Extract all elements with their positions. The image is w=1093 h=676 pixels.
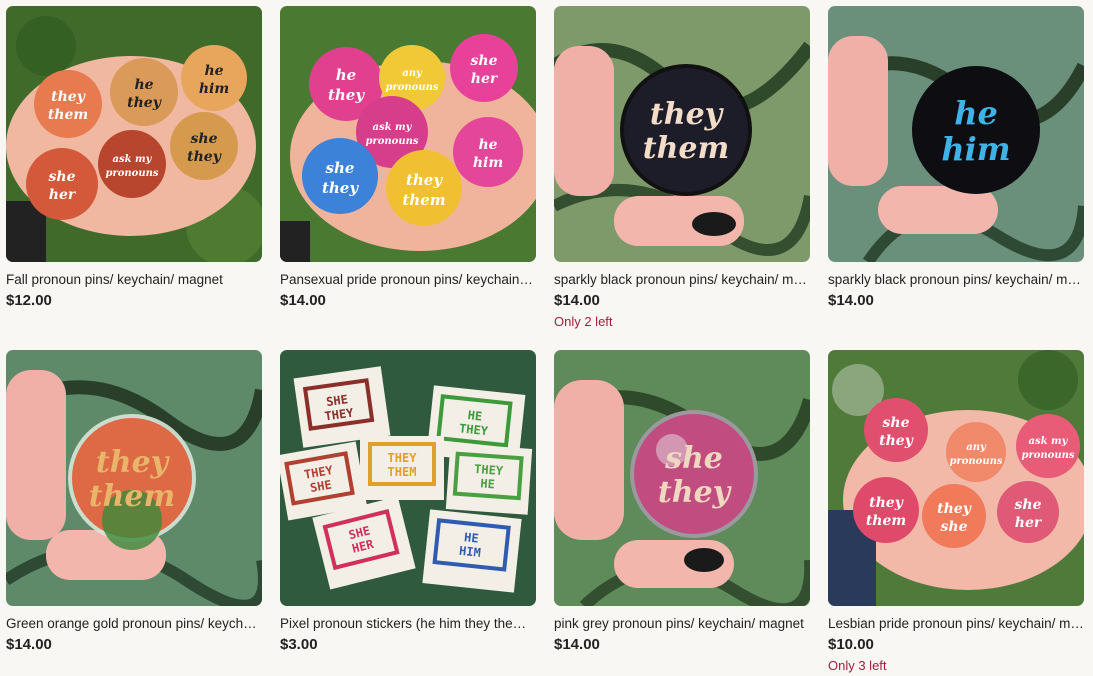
pin-label: him — [473, 155, 503, 171]
pin-label: pronouns — [385, 82, 438, 93]
pin-label: any — [402, 68, 423, 79]
listing-card[interactable]: she they any pronouns ask my pronouns th… — [828, 350, 1084, 674]
pin-label: her — [49, 187, 77, 203]
pin-label: he — [336, 66, 356, 84]
listing-title[interactable]: sparkly black pronoun pins/ keychain/ ma… — [554, 271, 810, 289]
listing-price: $14.00 — [6, 636, 52, 653]
sticker-label: HIM — [458, 544, 481, 560]
pin-label: she — [1015, 497, 1042, 513]
listing-price: $14.00 — [828, 292, 874, 309]
listing-image[interactable]: SHE THEY HE THEY THEY SHE THEY THEM THEY… — [280, 350, 536, 606]
pin-label: ask my — [373, 122, 413, 133]
pin-label: she — [664, 441, 723, 476]
listing-price: $12.00 — [6, 292, 52, 309]
listing-price: $14.00 — [554, 636, 600, 653]
pin-label: they — [187, 149, 222, 165]
listing-image[interactable]: they them he they he him she her ask my … — [6, 6, 262, 262]
listing-card[interactable]: he they any pronouns she her ask my pron… — [280, 6, 536, 314]
listing-price: $10.00 — [828, 636, 874, 653]
listing-title[interactable]: sparkly black pronoun pins/ keychain/ ma… — [828, 271, 1084, 289]
pin-label: any — [966, 442, 987, 453]
sticker-label: THEY — [474, 462, 505, 478]
listing-image[interactable]: he him — [828, 6, 1084, 262]
pin-label: he — [204, 63, 223, 79]
listing-title[interactable]: Fall pronoun pins/ keychain/ magnet — [6, 271, 262, 289]
pin-label: them — [48, 107, 88, 123]
pin-label: they — [322, 179, 359, 197]
listing-card[interactable]: SHE THEY HE THEY THEY SHE THEY THEM THEY… — [280, 350, 536, 658]
pin-label: he — [134, 77, 153, 93]
sticker-label: HE — [480, 476, 495, 491]
sticker-label: HE — [463, 530, 479, 545]
sticker-label: THEY — [388, 451, 418, 465]
pin-label: pronouns — [365, 136, 418, 147]
listing-card[interactable]: they them Green orange gold pronoun pins… — [6, 350, 262, 658]
listing-title[interactable]: Pixel pronoun stickers (he him they them… — [280, 615, 536, 633]
pin-label: them — [402, 191, 445, 209]
pin-label: she — [883, 415, 910, 431]
listing-price: $3.00 — [280, 636, 318, 653]
pin-label: he — [478, 137, 497, 153]
pin-label: they — [328, 86, 365, 104]
pin-label: they — [51, 89, 86, 105]
pin-label: she — [191, 131, 218, 147]
listing-card[interactable]: they them sparkly black pronoun pins/ ke… — [554, 6, 810, 330]
stock-notice: Only 2 left — [554, 314, 613, 329]
pin-label: ask my — [1029, 436, 1069, 447]
pin-label: they — [937, 501, 972, 517]
listing-image[interactable]: she they any pronouns ask my pronouns th… — [828, 350, 1084, 606]
pin-label: them — [89, 479, 176, 514]
pin-label: her — [471, 71, 499, 87]
pin-label: they — [96, 445, 171, 480]
listing-price: $14.00 — [554, 292, 600, 309]
pin-label: they — [879, 433, 914, 449]
listing-card[interactable]: she they pink grey pronoun pins/ keychai… — [554, 350, 810, 658]
listing-title[interactable]: Pansexual pride pronoun pins/ keychain/ … — [280, 271, 536, 289]
listing-image[interactable]: they them — [6, 350, 262, 606]
listing-title[interactable]: pink grey pronoun pins/ keychain/ magnet — [554, 615, 810, 633]
pin-label: them — [643, 131, 730, 166]
listing-image[interactable]: he they any pronouns she her ask my pron… — [280, 6, 536, 262]
listing-card[interactable]: he him sparkly black pronoun pins/ keych… — [828, 6, 1084, 314]
pin-label: her — [1015, 515, 1043, 531]
sticker-label: HE — [467, 408, 483, 423]
listing-price: $14.00 — [280, 292, 326, 309]
pin-label: he — [954, 94, 998, 132]
listing-card[interactable]: they them he they he him she her ask my … — [6, 6, 262, 314]
pin-label: they — [406, 171, 443, 189]
pin-label: him — [199, 81, 229, 97]
pin-label: pronouns — [1021, 450, 1074, 461]
pin-label: them — [866, 513, 906, 529]
listing-title[interactable]: Green orange gold pronoun pins/ keychain… — [6, 615, 262, 633]
pin-label: him — [941, 130, 1010, 168]
pin-label: pronouns — [105, 168, 158, 179]
stock-notice: Only 3 left — [828, 658, 887, 673]
listing-grid: they them he they he him she her ask my … — [0, 0, 1093, 676]
pin-label: she — [326, 159, 355, 177]
listing-title[interactable]: Lesbian pride pronoun pins/ keychain/ ma… — [828, 615, 1084, 633]
pin-label: they — [127, 95, 162, 111]
pin-label: she — [471, 53, 498, 69]
pin-label: she — [49, 169, 76, 185]
listing-image[interactable]: she they — [554, 350, 810, 606]
listing-image[interactable]: they them — [554, 6, 810, 262]
pin-label: they — [658, 475, 733, 510]
pin-label: ask my — [113, 154, 153, 165]
pin-label: they — [869, 495, 904, 511]
sticker-label: THEM — [388, 465, 417, 479]
pin-label: she — [941, 519, 968, 535]
pin-label: they — [650, 97, 725, 132]
pin-label: pronouns — [949, 456, 1002, 467]
